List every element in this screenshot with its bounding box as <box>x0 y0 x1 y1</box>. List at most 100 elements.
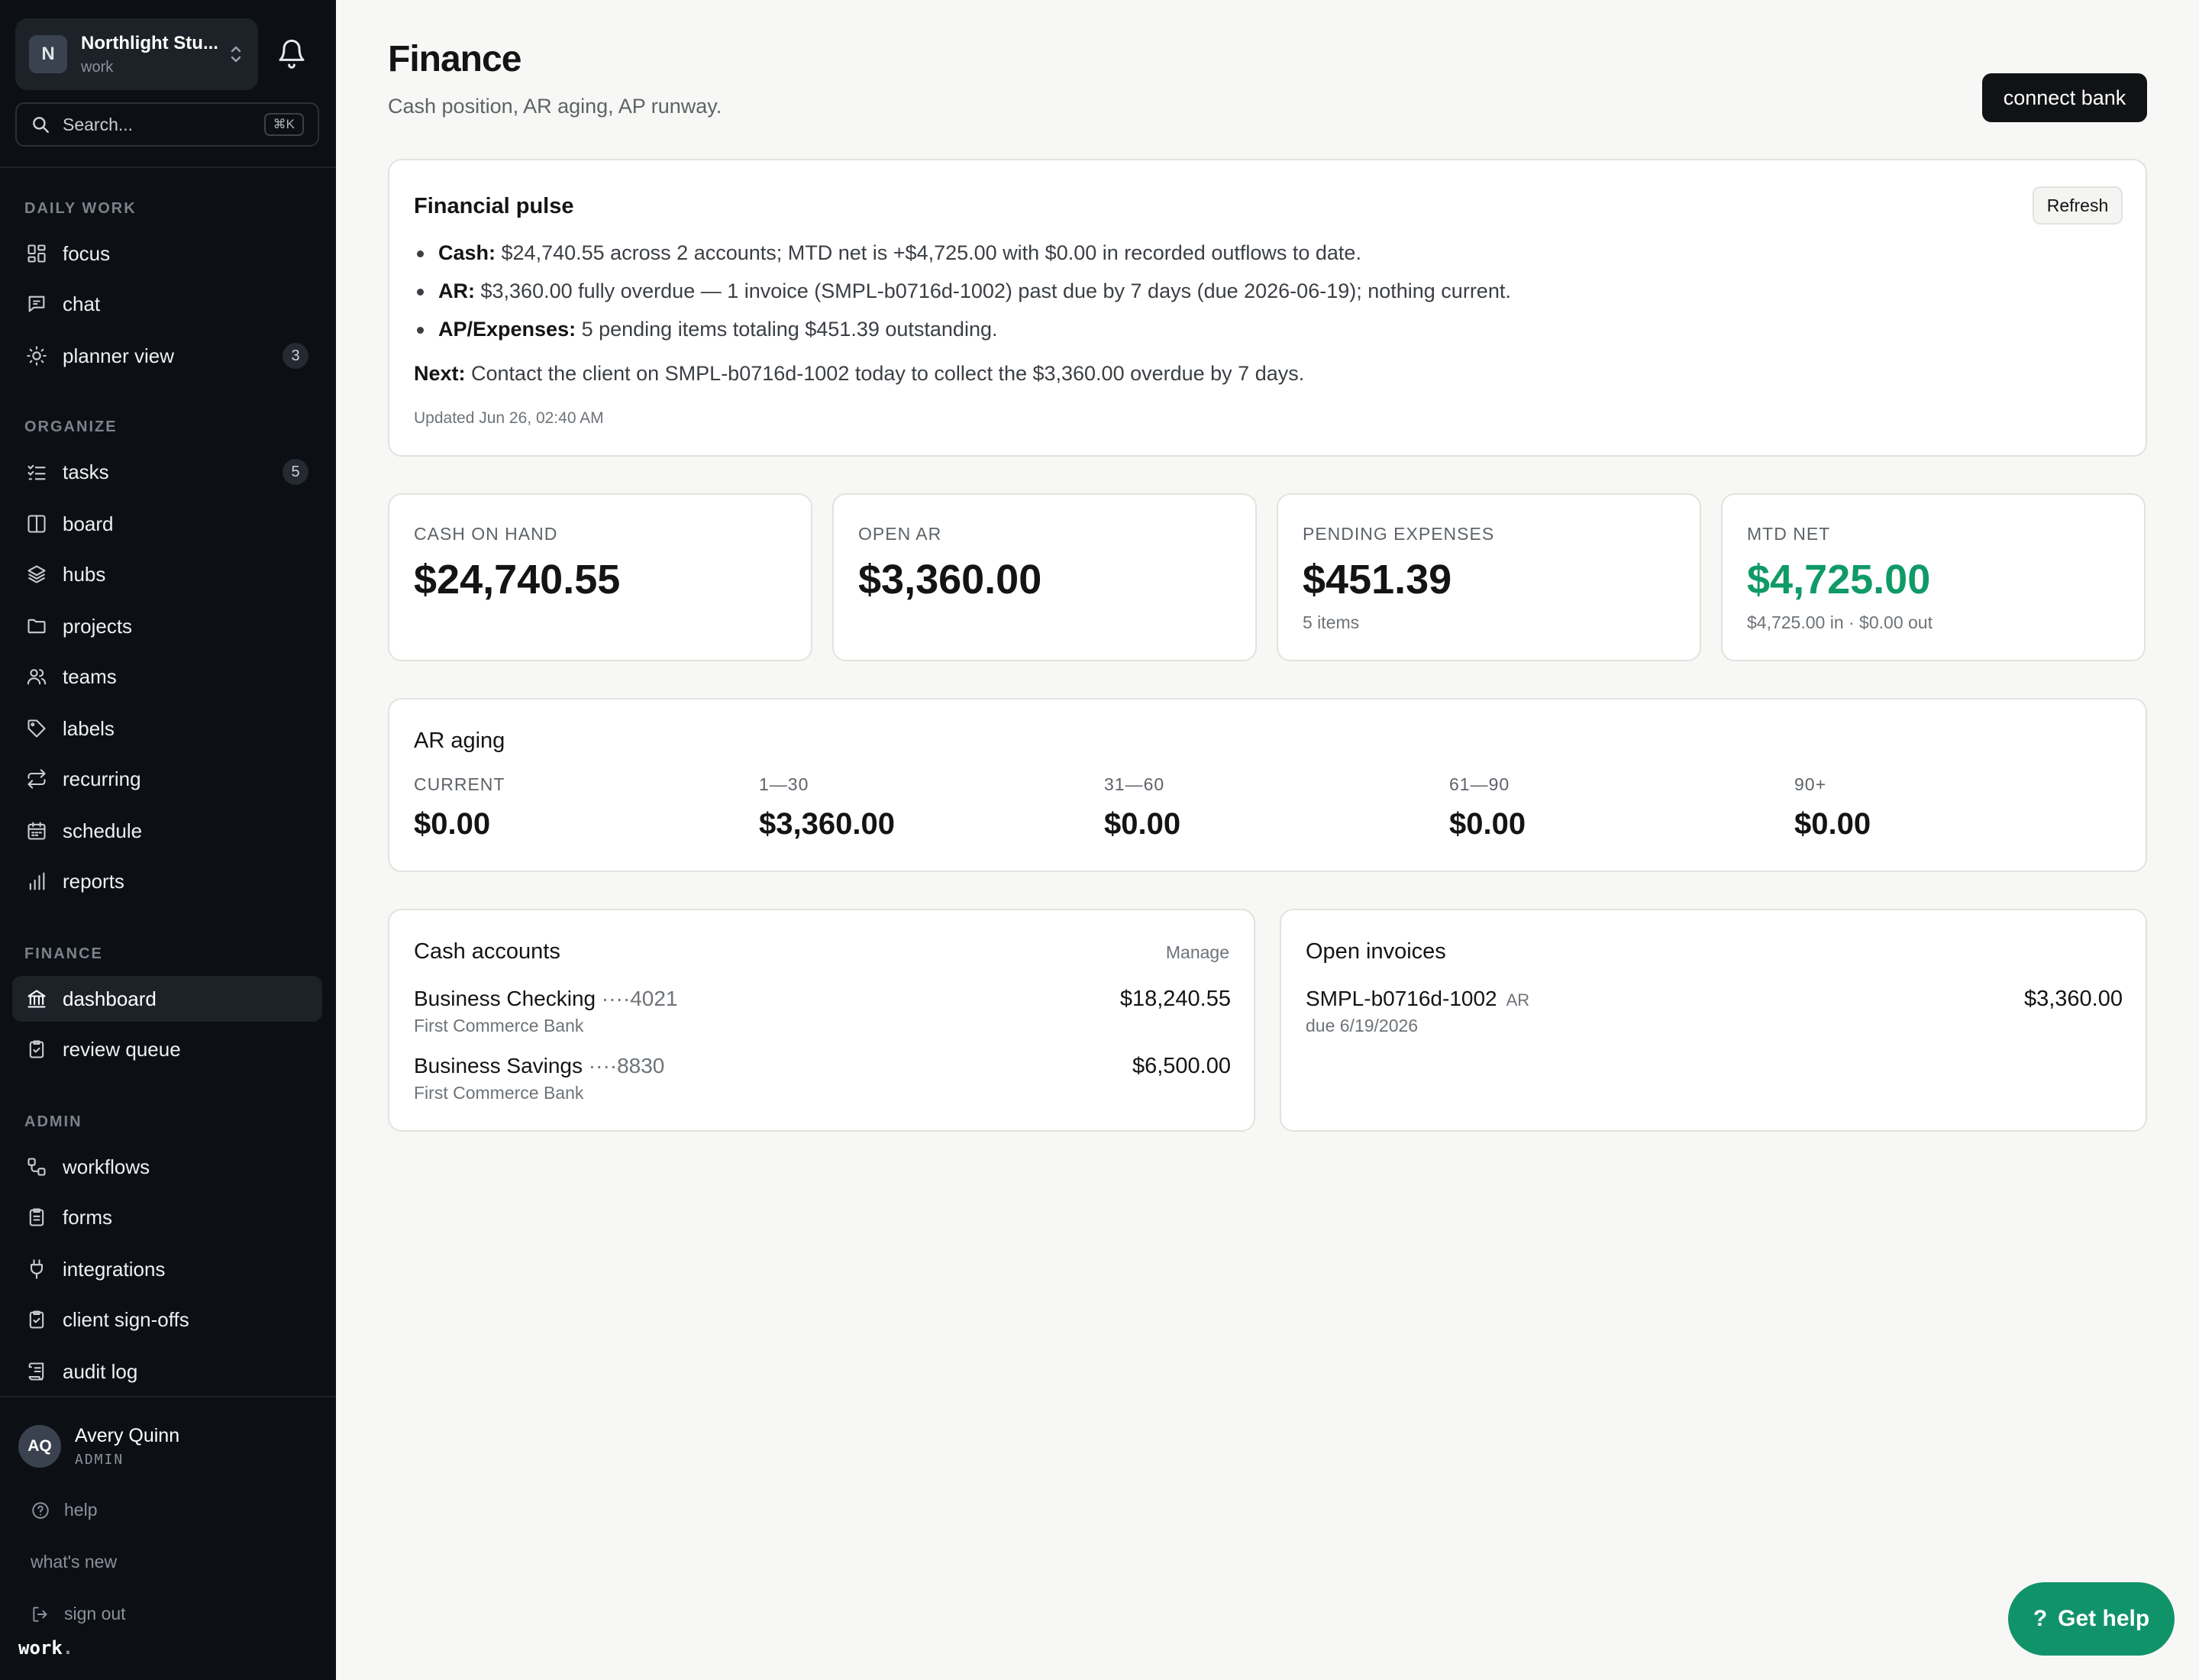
sign-out-label: sign out <box>64 1604 126 1623</box>
sidebar-item-tasks[interactable]: tasks 5 <box>12 449 322 495</box>
pulse-ap: AP/Expenses: 5 pending items totaling $4… <box>414 318 2094 356</box>
search-placeholder: Search... <box>63 114 134 134</box>
aging-bucket: 1—30 $3,360.00 <box>759 774 895 842</box>
sidebar-item-chat[interactable]: chat <box>12 281 322 327</box>
section-finance: FINANCE <box>24 945 103 962</box>
pulse-cash: Cash: $24,740.55 across 2 accounts; MTD … <box>414 241 2094 279</box>
aging-label: 31—60 <box>1104 774 1165 794</box>
sidebar-item-labels[interactable]: labels <box>12 706 322 751</box>
account-name: Business Checking <box>414 987 596 1010</box>
aging-bucket: 31—60 $0.00 <box>1104 774 1180 842</box>
sidebar-item-label: client sign-offs <box>63 1307 189 1331</box>
account-balance: $18,240.55 <box>1119 987 1231 1011</box>
sidebar-item-label: labels <box>63 716 115 740</box>
sidebar-item-planner-view[interactable]: planner view 3 <box>12 333 322 379</box>
sidebar-item-label: tasks <box>63 460 109 483</box>
sidebar-item-client-sign-offs[interactable]: client sign-offs <box>12 1297 322 1342</box>
list-item[interactable]: Business Checking ····4021 First Commerc… <box>414 987 1231 1036</box>
sidebar-item-focus[interactable]: focus <box>12 231 322 276</box>
refresh-button[interactable]: Refresh <box>2033 186 2123 225</box>
sidebar-item-label: review queue <box>63 1037 181 1061</box>
metric-value: $4,725.00 <box>1747 557 1931 603</box>
account-bank: First Commerce Bank <box>414 1016 584 1035</box>
sidebar-item-label: teams <box>63 664 117 688</box>
account-mask: ····8830 <box>588 1054 665 1077</box>
aging-value: $0.00 <box>414 807 491 841</box>
user-role: ADMIN <box>75 1452 124 1468</box>
whats-new-link[interactable]: what's new <box>31 1552 117 1572</box>
sidebar-item-hubs[interactable]: hubs <box>12 551 322 597</box>
grid-icon <box>27 244 46 263</box>
log-out-icon <box>33 1606 47 1622</box>
help-link[interactable]: help <box>31 1500 97 1520</box>
bell-icon[interactable] <box>276 37 307 70</box>
chat-icon <box>28 296 45 312</box>
invoice-tag: AR <box>1506 990 1530 1010</box>
sidebar-item-label: hubs <box>63 562 106 586</box>
workspace-switcher[interactable]: N Northlight Stu... work <box>15 18 258 90</box>
sidebar-item-integrations[interactable]: integrations <box>12 1246 322 1292</box>
aging-value: $0.00 <box>1794 807 1871 841</box>
aging-label: CURRENT <box>414 774 505 794</box>
metric-mtd-net: MTD NET $4,725.00 $4,725.00 in · $0.00 o… <box>1721 493 2146 661</box>
sign-out-link[interactable]: sign out <box>31 1604 126 1624</box>
help-circle-icon <box>32 1501 49 1519</box>
pulse-bullets: Cash: $24,740.55 across 2 accounts; MTD … <box>414 241 2094 356</box>
sidebar-item-reports[interactable]: reports <box>12 858 322 904</box>
sidebar-divider <box>0 166 336 168</box>
whats-new-label: what's new <box>31 1552 118 1572</box>
sidebar-item-projects[interactable]: projects <box>12 603 322 649</box>
list-item[interactable]: SMPL-b0716d-1002 AR due 6/19/2026 $3,360.… <box>1306 987 2123 1036</box>
sidebar-item-label: recurring <box>63 767 141 790</box>
help-label: help <box>64 1500 98 1520</box>
sidebar-item-label: forms <box>63 1205 112 1229</box>
search-shortcut: ⌘K <box>263 113 304 136</box>
sidebar-divider <box>0 1396 336 1397</box>
sidebar-item-label: dashboard <box>63 987 157 1010</box>
account-bank: First Commerce Bank <box>414 1083 584 1103</box>
workflow-icon <box>27 1158 46 1176</box>
sidebar-item-label: projects <box>63 614 133 638</box>
aging-label: 1—30 <box>759 774 809 794</box>
aging-value: $3,360.00 <box>759 807 895 841</box>
aging-bucket: 61—90 $0.00 <box>1449 774 1526 842</box>
board-icon <box>27 515 46 533</box>
metric-sub: $4,725.00 in · $0.00 out <box>1747 612 1933 632</box>
pulse-next: Next: Contact the client on SMPL-b0716d-… <box>414 362 1305 385</box>
metric-value: $451.39 <box>1303 557 1452 603</box>
section-admin: ADMIN <box>24 1113 82 1130</box>
section-organize: ORGANIZE <box>24 418 118 435</box>
connect-bank-button[interactable]: connect bank <box>1982 73 2147 122</box>
sidebar-item-workflows[interactable]: workflows <box>12 1144 322 1190</box>
sidebar-item-label: workflows <box>63 1155 150 1178</box>
sidebar-item-review-queue[interactable]: review queue <box>12 1026 322 1072</box>
scroll-icon <box>28 1362 44 1381</box>
clipboard-check-icon <box>29 1040 44 1058</box>
account-mask: ····4021 <box>601 987 678 1010</box>
sun-icon <box>27 346 47 366</box>
bank-icon <box>27 990 46 1008</box>
cash-accounts-card: Cash accounts Manage Business Checking ·… <box>388 909 1255 1132</box>
list-checks-icon <box>27 464 46 480</box>
user-profile[interactable]: AQ Avery Quinn ADMIN <box>18 1425 179 1468</box>
sidebar-item-teams[interactable]: teams <box>12 654 322 699</box>
layers-icon <box>27 565 46 583</box>
search-input[interactable]: Search... ⌘K <box>15 102 319 147</box>
sidebar-item-schedule[interactable]: schedule <box>12 808 322 854</box>
invoice-amount: $3,360.00 <box>2023 987 2123 1011</box>
sidebar-item-board[interactable]: board <box>12 501 322 547</box>
sidebar-item-recurring[interactable]: recurring <box>12 756 322 802</box>
clipboard-list-icon <box>29 1208 44 1226</box>
manage-link[interactable]: Manage <box>1166 942 1229 963</box>
get-help-button[interactable]: ? Get help <box>2008 1582 2175 1656</box>
sidebar-item-dashboard[interactable]: dashboard <box>12 976 322 1022</box>
chevron-up-down-icon <box>231 46 241 63</box>
sidebar-item-label: board <box>63 512 114 535</box>
invoice-id: SMPL-b0716d-1002 <box>1306 987 1497 1010</box>
metric-label: CASH ON HAND <box>414 524 558 544</box>
metric-sub: 5 items <box>1303 612 1360 632</box>
sidebar-item-forms[interactable]: forms <box>12 1194 322 1240</box>
aging-value: $0.00 <box>1104 807 1181 841</box>
sidebar-item-audit-log[interactable]: audit log <box>12 1349 322 1394</box>
list-item[interactable]: Business Savings ····8830 First Commerce… <box>414 1054 1231 1103</box>
